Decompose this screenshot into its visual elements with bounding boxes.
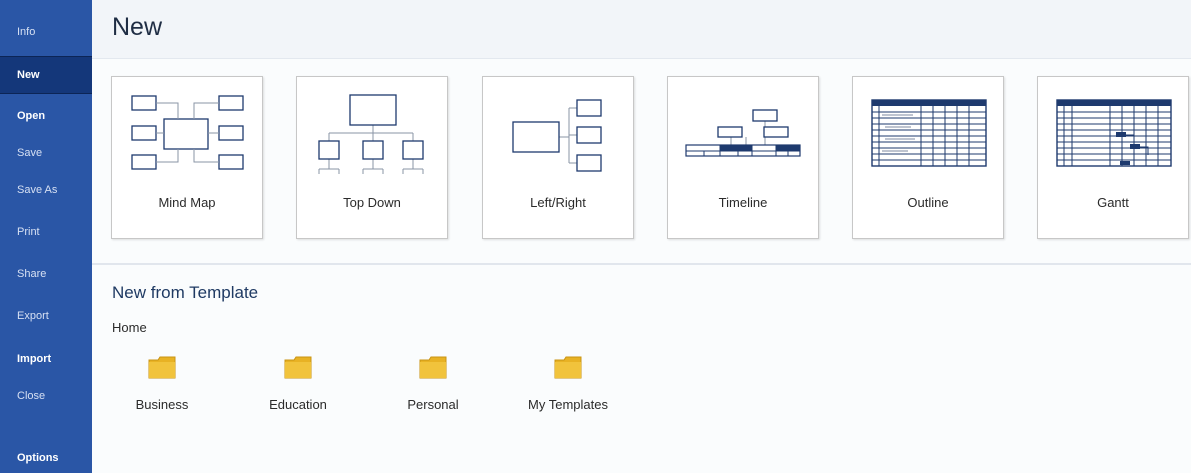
page-title: New — [112, 13, 163, 41]
tile-outline[interactable]: Outline — [852, 76, 1004, 239]
tile-label: Top Down — [343, 195, 401, 210]
folder-personal[interactable]: Personal — [378, 350, 488, 420]
folder-icon — [554, 356, 582, 379]
folder-my-templates[interactable]: My Templates — [513, 350, 623, 420]
folder-label: Education — [269, 397, 327, 412]
sidebar-item-close[interactable]: Close — [0, 378, 92, 414]
sidebar-item-export[interactable]: Export — [0, 298, 92, 334]
timeline-icon — [685, 109, 801, 157]
outline-icon — [871, 99, 987, 167]
group-title: Home — [112, 320, 147, 335]
sidebar-item-info[interactable]: Info — [0, 14, 92, 50]
tile-label: Left/Right — [530, 195, 586, 210]
tile-label: Outline — [907, 195, 949, 210]
tile-label: Mind Map — [158, 195, 216, 210]
diagram-type-gallery: Mind Map Top Down Left/Right Timeline Ou… — [92, 59, 1191, 265]
tile-label: Gantt — [1097, 195, 1129, 210]
tile-timeline[interactable]: Timeline — [667, 76, 819, 239]
section-title: New from Template — [112, 283, 259, 302]
folder-business[interactable]: Business — [107, 350, 217, 420]
backstage-sidebar: Info New Open Save Save As Print Share E… — [0, 0, 92, 473]
main-panel: New Mind Map Top Down Left/Right Timelin… — [92, 0, 1191, 473]
sidebar-item-save[interactable]: Save — [0, 135, 92, 171]
folder-label: My Templates — [528, 397, 608, 412]
top-down-icon — [318, 94, 424, 174]
sidebar-item-share[interactable]: Share — [0, 256, 92, 292]
mind-map-icon — [131, 95, 244, 170]
sidebar-item-open[interactable]: Open — [0, 98, 92, 134]
header: New — [92, 0, 1191, 59]
tile-top-down[interactable]: Top Down — [296, 76, 448, 239]
sidebar-item-save-as[interactable]: Save As — [0, 172, 92, 208]
tile-mind-map[interactable]: Mind Map — [111, 76, 263, 239]
tile-label: Timeline — [718, 195, 768, 210]
sidebar-item-options[interactable]: Options — [0, 440, 92, 476]
gantt-icon — [1056, 99, 1172, 167]
sidebar-item-new[interactable]: New — [0, 56, 92, 94]
sidebar-item-print[interactable]: Print — [0, 214, 92, 250]
folder-icon — [419, 356, 447, 379]
folder-icon — [148, 356, 176, 379]
tile-left-right[interactable]: Left/Right — [482, 76, 634, 239]
folder-education[interactable]: Education — [243, 350, 353, 420]
sidebar-item-import[interactable]: Import — [0, 341, 92, 377]
folder-label: Business — [135, 397, 189, 412]
tile-gantt[interactable]: Gantt — [1037, 76, 1189, 239]
folder-icon — [284, 356, 312, 379]
left-right-icon — [512, 99, 602, 172]
folder-label: Personal — [407, 397, 459, 412]
